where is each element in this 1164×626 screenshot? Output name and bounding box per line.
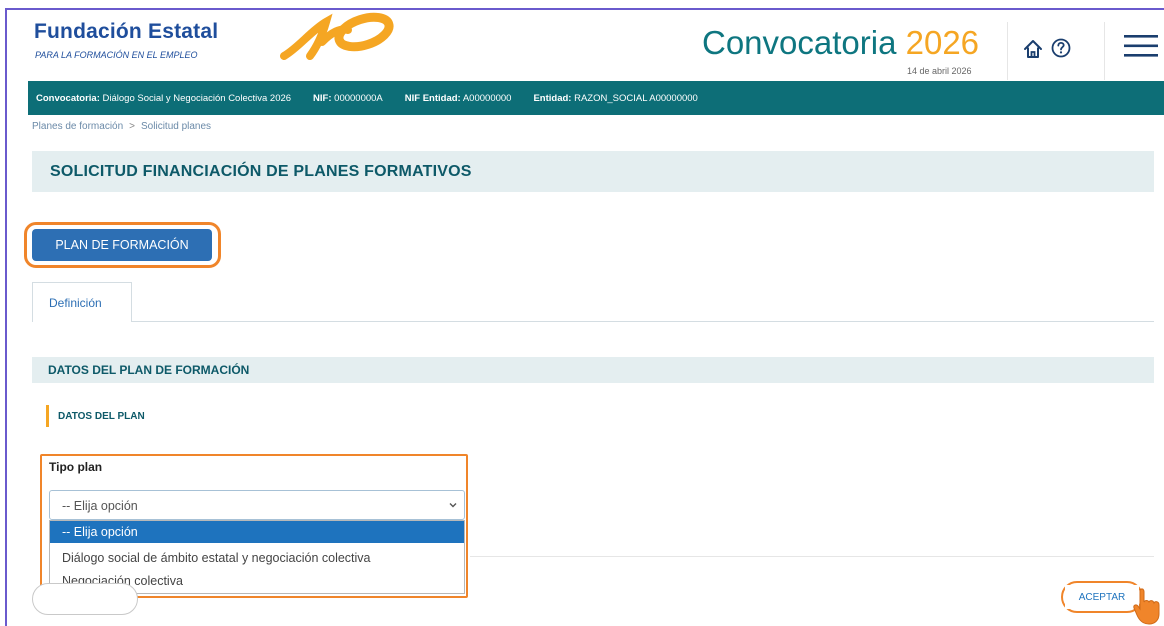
header-divider — [1007, 22, 1008, 80]
breadcrumb-separator: > — [129, 121, 136, 132]
logo-mark-icon — [280, 12, 394, 60]
tipo-plan-select[interactable]: -- Elija opción — [49, 490, 465, 520]
volver-button[interactable] — [32, 583, 138, 615]
info-nif-entidad-value: A00000000 — [462, 92, 512, 104]
home-icon[interactable] — [1022, 38, 1044, 60]
plan-de-formacion-button[interactable]: PLAN DE FORMACIÓN — [32, 229, 212, 261]
info-entidad: Entidad: RAZON_SOCIAL A00000000 — [533, 93, 697, 104]
hand-pointer-icon — [1133, 588, 1160, 625]
info-nif-entidad: NIF Entidad: A00000000 — [405, 93, 512, 104]
convocatoria-title: Convocatoria 2026 — [702, 24, 979, 62]
footer-divider — [470, 556, 1154, 557]
section-header: DATOS DEL PLAN DE FORMACIÓN — [32, 357, 1154, 383]
convocatoria-date: 14 de abril 2026 — [907, 66, 972, 76]
info-nif: NIF: 00000000A — [313, 93, 383, 104]
info-entidad-value: RAZON_SOCIAL A00000000 — [574, 92, 698, 104]
info-convocatoria: Convocatoria: Diálogo Social y Negociaci… — [36, 93, 291, 104]
page-title-bar: SOLICITUD FINANCIACIÓN DE PLANES FORMATI… — [32, 151, 1154, 192]
info-bar: Convocatoria: Diálogo Social y Negociaci… — [28, 81, 1164, 115]
tab-definicion[interactable]: Definición — [32, 282, 132, 322]
aceptar-button[interactable]: ACEPTAR — [1065, 585, 1139, 609]
org-name: Fundación Estatal — [34, 20, 219, 43]
subsection-title: DATOS DEL PLAN — [58, 411, 145, 422]
tipo-plan-label: Tipo plan — [49, 460, 103, 474]
dropdown-option[interactable]: -- Elija opción — [50, 521, 464, 543]
breadcrumb-item-planes[interactable]: Planes de formación — [32, 121, 123, 132]
breadcrumb: Planes de formación > Solicitud planes — [32, 121, 211, 132]
tab-definicion-label: Definición — [49, 296, 102, 310]
chevron-down-icon — [449, 503, 457, 508]
org-subtitle: PARA LA FORMACIÓN EN EL EMPLEO — [35, 50, 198, 60]
dropdown-option[interactable]: Diálogo social de ámbito estatal y negoc… — [50, 547, 464, 569]
convocatoria-word: Convocatoria — [702, 24, 897, 61]
breadcrumb-item-solicitud: Solicitud planes — [141, 121, 212, 132]
menu-icon[interactable] — [1124, 34, 1158, 58]
tab-underline — [132, 321, 1154, 322]
info-nif-label: NIF: — [313, 92, 332, 104]
header-divider — [1104, 22, 1105, 80]
subsection-accent — [46, 405, 49, 427]
info-convocatoria-label: Convocatoria: — [36, 92, 100, 104]
convocatoria-year: 2026 — [905, 24, 980, 61]
page-title: SOLICITUD FINANCIACIÓN DE PLANES FORMATI… — [50, 163, 472, 180]
section-title: DATOS DEL PLAN DE FORMACIÓN — [48, 363, 250, 377]
page-header: Fundación Estatal PARA LA FORMACIÓN EN E… — [14, 10, 1164, 80]
help-icon[interactable] — [1050, 37, 1072, 59]
info-nif-value: 00000000A — [334, 92, 383, 104]
info-nif-entidad-label: NIF Entidad: — [404, 92, 461, 104]
tipo-plan-value: -- Elija opción — [62, 499, 138, 513]
info-entidad-label: Entidad: — [533, 92, 572, 104]
info-convocatoria-value: Diálogo Social y Negociación Colectiva 2… — [102, 92, 292, 104]
